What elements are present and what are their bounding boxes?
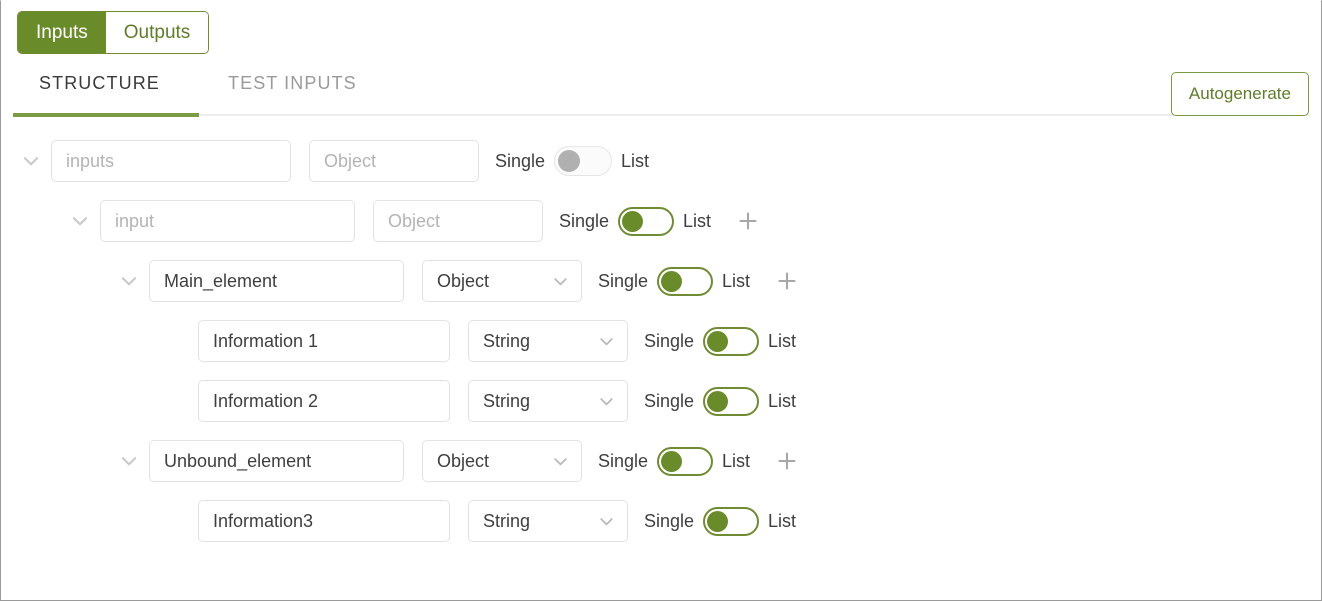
field-name-input[interactable]: Unbound_element (149, 440, 404, 482)
expand-collapse-chevron-down-icon[interactable] (17, 147, 45, 175)
cardinality-toggle-group: Single List (495, 146, 649, 176)
toggle-knob (707, 390, 729, 412)
cardinality-toggle-group: Single List (644, 326, 797, 356)
tree-row: Unbound_element Object Single List (1, 431, 1321, 491)
toggle-label-single: Single (559, 210, 610, 231)
tab-inputs[interactable]: Inputs (18, 12, 106, 53)
field-name-input[interactable]: Information3 (198, 500, 450, 542)
field-name-value: input (115, 210, 155, 231)
field-name-input[interactable]: input (100, 200, 355, 242)
field-type-value: String (483, 510, 531, 531)
field-type-value: String (483, 330, 531, 351)
field-name-value: Information 1 (213, 330, 319, 351)
field-name-value: inputs (66, 150, 115, 171)
expand-collapse-chevron-down-icon[interactable] (115, 267, 143, 295)
field-type-select[interactable]: String (468, 320, 628, 362)
toggle-label-list: List (722, 270, 751, 291)
inputs-structure-panel: Inputs Outputs STRUCTURE TEST INPUTS Aut… (0, 0, 1322, 601)
field-name-input[interactable]: inputs (51, 140, 291, 182)
cardinality-toggle-group: Single List (559, 206, 712, 236)
tab-structure[interactable]: STRUCTURE (39, 73, 160, 108)
single-list-toggle[interactable] (703, 386, 760, 416)
tab-outputs[interactable]: Outputs (105, 12, 209, 53)
single-list-toggle[interactable] (618, 206, 675, 236)
toggle-knob (707, 510, 729, 532)
toggle-knob (661, 450, 683, 472)
add-child-field-button[interactable] (772, 266, 802, 296)
field-type-input[interactable]: Object (373, 200, 543, 242)
field-type-input[interactable]: Object (309, 140, 479, 182)
tree-row: Information 1 String Single List (1, 311, 1321, 371)
toggle-knob (661, 270, 683, 292)
chevron-down-icon (595, 512, 617, 531)
expand-collapse-chevron-down-icon[interactable] (115, 447, 143, 475)
single-list-toggle[interactable] (657, 266, 714, 296)
io-segmented-control: Inputs Outputs (17, 11, 210, 54)
single-list-toggle[interactable] (657, 446, 714, 476)
toggle-label-list: List (768, 330, 797, 351)
subtab-active-indicator (13, 113, 199, 117)
field-name-value: Unbound_element (164, 450, 312, 471)
tree-row: input Object Single List (1, 191, 1321, 251)
autogenerate-button[interactable]: Autogenerate (1170, 72, 1309, 116)
field-name-input[interactable]: Main_element (149, 260, 404, 302)
field-name-input[interactable]: Information 2 (198, 380, 450, 422)
toggle-label-list: List (768, 510, 797, 531)
field-type-select[interactable]: String (468, 500, 628, 542)
field-type-select[interactable]: String (468, 380, 628, 422)
tree-row-spacer (164, 507, 192, 535)
field-type-select[interactable]: Object (422, 440, 582, 482)
single-list-toggle[interactable] (703, 326, 760, 356)
chevron-down-icon (549, 452, 571, 471)
cardinality-toggle-group: Single List (644, 386, 797, 416)
field-type-value: String (483, 390, 531, 411)
toggle-label-list: List (768, 390, 797, 411)
toggle-label-list: List (722, 450, 751, 471)
field-name-value: Information3 (213, 510, 314, 531)
subtab-divider (13, 114, 1309, 116)
add-child-field-button[interactable] (772, 446, 802, 476)
tab-test-inputs[interactable]: TEST INPUTS (228, 73, 357, 108)
chevron-down-icon (595, 332, 617, 351)
field-type-value: Object (437, 450, 490, 471)
autogenerate-label: Autogenerate (1188, 84, 1291, 103)
toggle-label-single: Single (644, 390, 695, 411)
field-name-input[interactable]: Information 1 (198, 320, 450, 362)
toggle-label-list: List (621, 150, 650, 171)
toggle-knob (558, 150, 581, 172)
add-child-field-button[interactable] (733, 206, 763, 236)
field-type-select[interactable]: Object (422, 260, 582, 302)
toggle-knob (622, 210, 644, 232)
tree-row: inputs Object Single List (1, 131, 1321, 191)
field-type-value: Object (388, 210, 441, 231)
toggle-label-single: Single (495, 150, 546, 171)
expand-collapse-chevron-down-icon[interactable] (66, 207, 94, 235)
chevron-down-icon (549, 272, 571, 291)
chevron-down-icon (595, 392, 617, 411)
single-list-toggle (554, 146, 613, 176)
cardinality-toggle-group: Single List (598, 446, 751, 476)
field-type-value: Object (324, 150, 377, 171)
cardinality-toggle-group: Single List (644, 506, 797, 536)
field-name-value: Information 2 (213, 390, 319, 411)
tree-row-spacer (164, 387, 192, 415)
toggle-label-single: Single (644, 330, 695, 351)
tree-row-spacer (164, 327, 192, 355)
schema-tree: inputs Object Single List input Object Single L… (1, 131, 1321, 551)
tree-row: Information 2 String Single List (1, 371, 1321, 431)
toggle-knob (707, 330, 729, 352)
tree-row: Information3 String Single List (1, 491, 1321, 551)
toggle-label-single: Single (598, 270, 649, 291)
field-type-value: Object (437, 270, 490, 291)
cardinality-toggle-group: Single List (598, 266, 751, 296)
toggle-label-single: Single (644, 510, 695, 531)
field-name-value: Main_element (164, 270, 278, 291)
tree-row: Main_element Object Single List (1, 251, 1321, 311)
toggle-label-single: Single (598, 450, 649, 471)
toggle-label-list: List (683, 210, 712, 231)
single-list-toggle[interactable] (703, 506, 760, 536)
